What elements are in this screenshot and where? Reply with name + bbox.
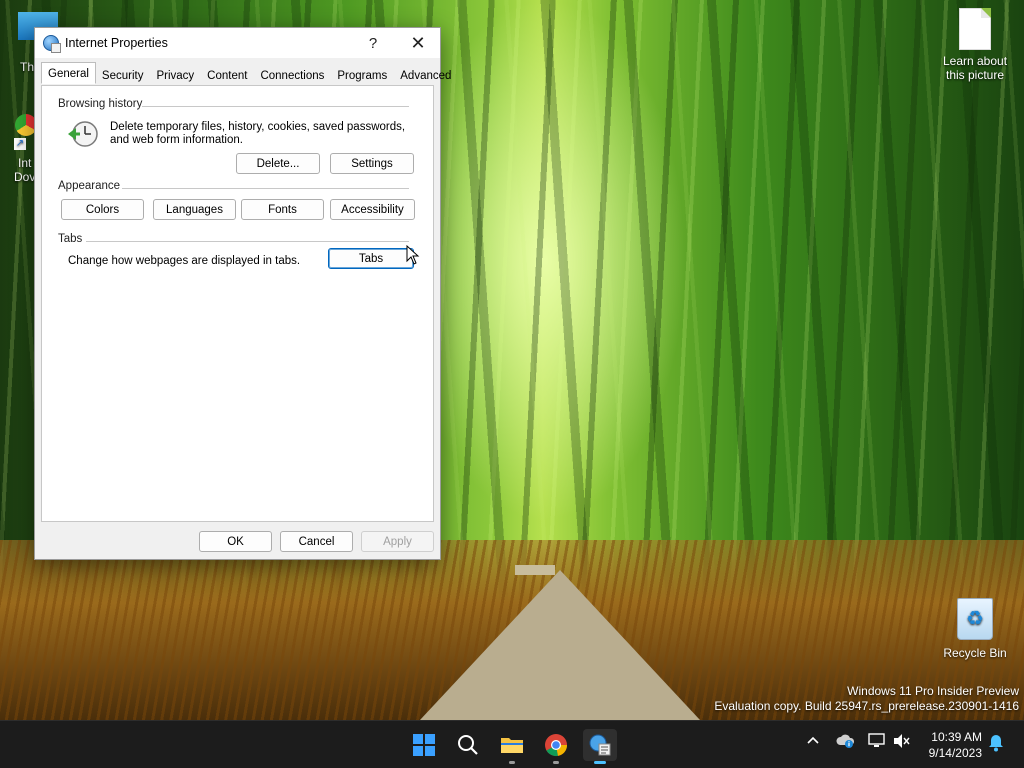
group-divider	[122, 188, 409, 189]
volume-muted-icon	[894, 734, 910, 748]
close-button[interactable]: ✕	[395, 28, 441, 58]
accessibility-button[interactable]: Accessibility	[330, 199, 415, 220]
taskbar: 10:39 AM 9/14/2023	[0, 720, 1024, 768]
tab-advanced[interactable]: Advanced	[393, 64, 458, 86]
colors-button[interactable]: Colors	[61, 199, 144, 220]
tab-security[interactable]: Security	[95, 64, 151, 86]
shortcut-arrow-icon: ↗	[14, 138, 26, 150]
cloud-info-icon	[836, 734, 855, 748]
tab-connections[interactable]: Connections	[253, 64, 331, 86]
group-divider	[142, 106, 409, 107]
appearance-heading: Appearance	[58, 180, 121, 192]
browsing-history-description: Delete temporary files, history, cookies…	[110, 121, 410, 147]
tabs-heading: Tabs	[58, 233, 83, 245]
document-icon	[959, 8, 991, 50]
title-bar[interactable]: Internet Properties ? ✕	[35, 28, 440, 58]
tab-general[interactable]: General	[41, 62, 96, 84]
dialog-title: Internet Properties	[65, 36, 168, 50]
chevron-up-icon	[807, 736, 819, 744]
search-icon	[458, 735, 478, 755]
notifications-button[interactable]	[988, 734, 1004, 755]
windows-logo-icon	[413, 734, 435, 756]
network-monitor-icon	[868, 733, 885, 747]
file-explorer-button[interactable]	[495, 729, 529, 764]
desktop-icon-label: Recycle Bin	[943, 646, 1007, 660]
cancel-button[interactable]: Cancel	[280, 531, 353, 552]
search-button[interactable]	[451, 729, 485, 761]
group-divider	[86, 241, 409, 242]
taskbar-clock[interactable]: 10:39 AM 9/14/2023	[922, 729, 982, 761]
desktop-icon-learn-about-picture[interactable]: Learn about this picture	[938, 8, 1012, 82]
history-clock-icon	[68, 121, 98, 147]
start-button[interactable]	[407, 729, 441, 761]
watermark-line-2: Evaluation copy. Build 25947.rs_prerelea…	[714, 699, 1019, 713]
mouse-cursor-icon	[406, 245, 420, 265]
internet-properties-app-icon	[43, 35, 61, 53]
settings-button[interactable]: Settings	[330, 153, 414, 174]
network-tray-button[interactable]	[868, 733, 886, 752]
tabs-button[interactable]: Tabs	[328, 248, 414, 269]
internet-properties-dialog: Internet Properties ? ✕ General Security…	[34, 27, 451, 560]
recycle-bin-icon: ♻	[957, 598, 993, 640]
tab-programs[interactable]: Programs	[330, 64, 394, 86]
wallpaper-path-top	[515, 565, 555, 575]
chrome-button[interactable]	[539, 729, 573, 764]
volume-tray-button[interactable]	[893, 733, 911, 752]
description-line-2: and web form information.	[110, 134, 243, 146]
languages-button[interactable]: Languages	[153, 199, 236, 220]
tab-privacy[interactable]: Privacy	[149, 64, 201, 86]
clock-date: 9/14/2023	[928, 746, 982, 760]
build-watermark: Windows 11 Pro Insider Preview Evaluatio…	[714, 684, 1019, 714]
bell-icon	[989, 735, 1003, 752]
tab-strip: General Security Privacy Content Connect…	[41, 62, 458, 86]
wallpaper-path	[420, 570, 700, 720]
watermark-line-1: Windows 11 Pro Insider Preview	[847, 684, 1019, 698]
delete-button[interactable]: Delete...	[236, 153, 320, 174]
chrome-icon	[545, 734, 568, 757]
help-button[interactable]: ?	[350, 28, 396, 58]
internet-properties-icon	[589, 734, 611, 756]
onedrive-tray-button[interactable]	[836, 733, 856, 752]
tabs-description: Change how webpages are displayed in tab…	[68, 255, 301, 267]
folder-icon	[501, 738, 523, 753]
general-tab-panel: Browsing history Delete temporary files,…	[41, 85, 434, 522]
fonts-button[interactable]: Fonts	[241, 199, 324, 220]
desktop-icon-recycle-bin[interactable]: ♻ Recycle Bin	[938, 598, 1012, 660]
browsing-history-heading: Browsing history	[58, 98, 143, 110]
clock-time: 10:39 AM	[931, 730, 982, 744]
apply-button[interactable]: Apply	[361, 531, 434, 552]
desktop-icon-label: Learn about this picture	[942, 54, 1008, 82]
tab-content[interactable]: Content	[200, 64, 254, 86]
ok-button[interactable]: OK	[199, 531, 272, 552]
description-line-1: Delete temporary files, history, cookies…	[110, 121, 406, 133]
internet-properties-taskbar-button[interactable]	[583, 729, 617, 764]
show-hidden-icons-button[interactable]	[806, 733, 820, 750]
